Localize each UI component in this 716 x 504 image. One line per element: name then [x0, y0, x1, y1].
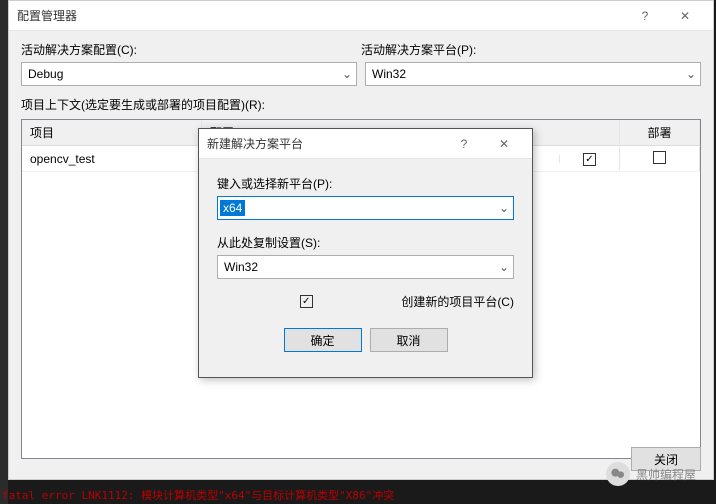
new-platform-value: x64 — [220, 200, 245, 216]
close-icon[interactable]: ✕ — [665, 1, 705, 31]
modal-title-bar: 新建解决方案平台 ? ✕ — [199, 129, 532, 159]
copy-from-combo[interactable]: Win32 ⌄ — [217, 255, 514, 279]
active-platform-label: 活动解决方案平台(P): — [361, 41, 701, 58]
active-platform-select[interactable]: Win32 ⌄ — [365, 62, 701, 86]
cancel-button[interactable]: 取消 — [370, 328, 448, 352]
new-platform-label: 键入或选择新平台(P): — [217, 175, 514, 192]
deploy-checkbox[interactable] — [653, 151, 666, 164]
active-platform-value: Win32 — [372, 67, 406, 81]
col-deploy: 部署 — [620, 120, 700, 145]
dialog-title: 配置管理器 — [17, 7, 625, 24]
error-output: fatal error LNK1112: 模块计算机类型"x64"与目标计算机类… — [2, 487, 432, 503]
close-icon[interactable]: ✕ — [484, 129, 524, 159]
project-name: opencv_test — [22, 148, 202, 170]
active-config-label: 活动解决方案配置(C): — [21, 41, 361, 58]
col-project: 项目 — [22, 120, 202, 145]
help-button[interactable]: ? — [625, 1, 665, 31]
new-platform-dialog: 新建解决方案平台 ? ✕ 键入或选择新平台(P): x64 ⌄ 从此处复制设置(… — [198, 128, 533, 378]
build-cell[interactable] — [560, 147, 620, 171]
chevron-down-icon: ⌄ — [686, 67, 696, 81]
title-bar: 配置管理器 ? ✕ — [9, 1, 713, 31]
chevron-down-icon: ⌄ — [499, 201, 509, 215]
active-config-value: Debug — [28, 67, 63, 81]
copy-from-value: Win32 — [224, 260, 258, 274]
wechat-icon — [606, 462, 630, 486]
project-context-label: 项目上下文(选定要生成或部署的项目配置)(R): — [21, 96, 701, 113]
create-project-platform-checkbox[interactable] — [300, 295, 313, 308]
active-config-select[interactable]: Debug ⌄ — [21, 62, 357, 86]
chevron-down-icon: ⌄ — [342, 67, 352, 81]
modal-title: 新建解决方案平台 — [207, 135, 444, 152]
copy-from-label: 从此处复制设置(S): — [217, 234, 514, 251]
chevron-down-icon: ⌄ — [499, 260, 509, 274]
create-project-platform-label: 创建新的项目平台(C) — [401, 293, 514, 310]
ok-button[interactable]: 确定 — [284, 328, 362, 352]
help-button[interactable]: ? — [444, 129, 484, 159]
build-checkbox[interactable] — [583, 153, 596, 166]
deploy-cell[interactable] — [620, 147, 700, 171]
new-platform-combo[interactable]: x64 ⌄ — [217, 196, 514, 220]
watermark: 黑帅编程屋 — [606, 462, 696, 486]
